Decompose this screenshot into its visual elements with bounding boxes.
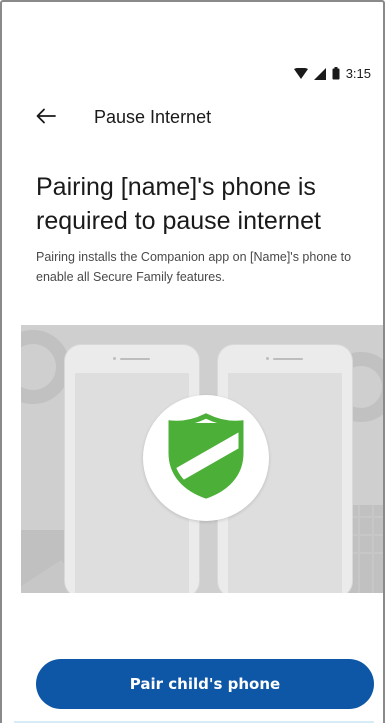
wifi-icon [293, 67, 308, 80]
page-title: Pause Internet [94, 107, 212, 127]
app-bar: Pause Internet [2, 100, 383, 136]
back-button[interactable] [32, 104, 60, 132]
headline: Pairing [name]'s phone is required to pa… [36, 173, 321, 235]
pair-child-phone-button[interactable]: Pair child's phone [36, 659, 374, 709]
cell-signal-icon [313, 67, 326, 80]
device-frame: 3:15 Pause Internet Pairing [name]'s pho… [0, 0, 385, 723]
arrow-left-icon [36, 108, 56, 129]
shield-icon [168, 412, 244, 504]
description-text: Pairing installs the Companion app on [N… [36, 250, 352, 284]
shield-badge [143, 395, 269, 521]
battery-icon [332, 67, 340, 80]
two-phones-shield-illustration [21, 325, 383, 593]
status-time: 3:15 [345, 66, 371, 81]
status-bar: 3:15 [293, 66, 371, 81]
